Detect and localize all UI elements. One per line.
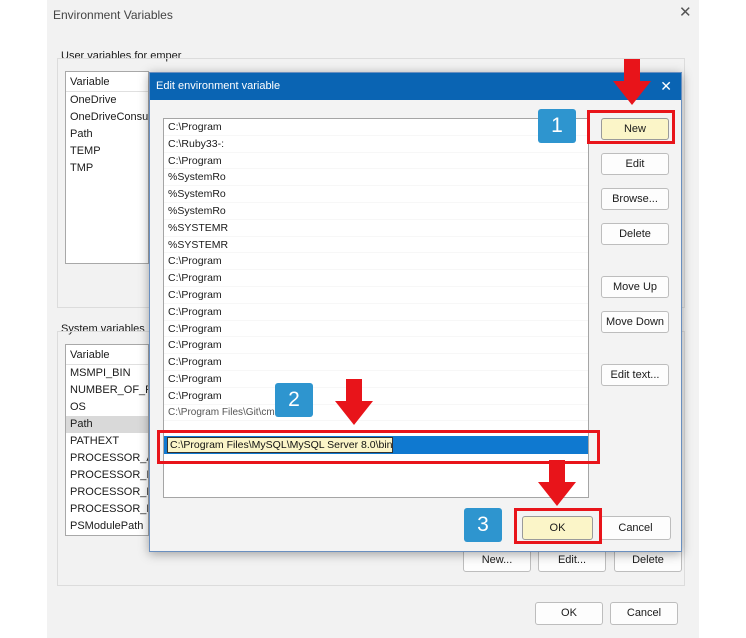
list-item[interactable]: C:\Program <box>164 371 588 388</box>
list-item[interactable]: NUMBER_OF_PR <box>66 382 148 399</box>
move-down-button[interactable]: Move Down <box>601 311 669 333</box>
arrow-down-icon <box>335 379 373 425</box>
step-2-badge: 2 <box>275 383 313 417</box>
close-icon[interactable]: ✕ <box>660 73 672 100</box>
system-edit-button[interactable]: Edit... <box>538 549 606 572</box>
list-item[interactable]: %SYSTEMR <box>164 237 588 254</box>
arrow-down-icon <box>613 59 651 105</box>
move-up-button[interactable]: Move Up <box>601 276 669 298</box>
user-variables-list[interactable]: Variable OneDrive OneDriveConsum Path TE… <box>65 71 149 264</box>
list-item[interactable]: PROCESSOR_ARC <box>66 450 148 467</box>
list-item[interactable]: Path <box>66 126 148 143</box>
list-item[interactable]: C:\Program <box>164 119 588 136</box>
list-item[interactable]: C:\Program <box>164 253 588 271</box>
dialog-title: Environment Variables <box>53 8 173 22</box>
system-variables-list[interactable]: Variable MSMPI_BIN NUMBER_OF_PR OS Path … <box>65 344 149 536</box>
list-item[interactable]: OS <box>66 399 148 416</box>
cancel-button[interactable]: Cancel <box>600 516 671 540</box>
step-1-badge: 1 <box>538 109 576 143</box>
step-3-badge: 3 <box>464 508 502 542</box>
list-item[interactable]: C:\Program <box>164 153 588 170</box>
list-item[interactable]: PSModulePath <box>66 518 148 535</box>
list-item[interactable]: PROCESSOR_LEV <box>66 484 148 501</box>
list-item[interactable]: PATHEXT <box>66 433 148 450</box>
list-header[interactable]: Variable <box>66 345 148 365</box>
cancel-button[interactable]: Cancel <box>610 602 678 625</box>
dialog-title: Edit environment variable <box>150 73 681 100</box>
list-item[interactable]: C:\Program <box>164 304 588 321</box>
list-item[interactable]: C:\Program Files\Git\cmd <box>164 405 588 422</box>
list-item[interactable]: %SystemRo <box>164 169 588 187</box>
list-header[interactable]: Variable <box>66 72 148 92</box>
browse-button[interactable]: Browse... <box>601 188 669 210</box>
list-item[interactable]: C:\Ruby33-: <box>164 136 588 153</box>
system-new-button[interactable]: New... <box>463 549 531 572</box>
list-item[interactable]: TMP <box>66 160 148 177</box>
highlight-new-path-row <box>157 430 600 464</box>
edit-button[interactable]: Edit <box>601 153 669 175</box>
highlight-new-button <box>587 110 675 144</box>
list-item-selected[interactable]: Path <box>66 416 148 433</box>
close-icon[interactable]: ✕ <box>679 5 692 20</box>
list-item[interactable]: %SystemRo <box>164 203 588 220</box>
list-item[interactable]: MSMPI_BIN <box>66 365 148 382</box>
list-item[interactable]: %SYSTEMR <box>164 220 588 237</box>
list-item[interactable]: OneDriveConsum <box>66 109 148 126</box>
list-item[interactable]: C:\Program <box>164 337 588 355</box>
edit-environment-variable-dialog: Edit environment variable ✕ C:\Program C… <box>149 72 682 552</box>
arrow-down-icon <box>538 460 576 506</box>
system-delete-button[interactable]: Delete <box>614 549 682 572</box>
list-item[interactable]: PROCESSOR_REV <box>66 501 148 518</box>
list-item[interactable]: C:\Program <box>164 270 588 287</box>
list-item[interactable]: C:\Program <box>164 321 588 338</box>
list-item[interactable]: C:\Program <box>164 354 588 371</box>
delete-button[interactable]: Delete <box>601 223 669 245</box>
list-item[interactable]: TEMP <box>66 143 148 160</box>
list-item[interactable]: C:\Program <box>164 388 588 405</box>
highlight-ok-button <box>514 508 602 544</box>
list-item[interactable]: C:\Program <box>164 287 588 304</box>
list-item[interactable]: %SystemRo <box>164 186 588 203</box>
list-item[interactable]: PROCESSOR_IDE <box>66 467 148 484</box>
list-item[interactable]: OneDrive <box>66 92 148 109</box>
edit-text-button[interactable]: Edit text... <box>601 364 669 386</box>
ok-button[interactable]: OK <box>535 602 603 625</box>
